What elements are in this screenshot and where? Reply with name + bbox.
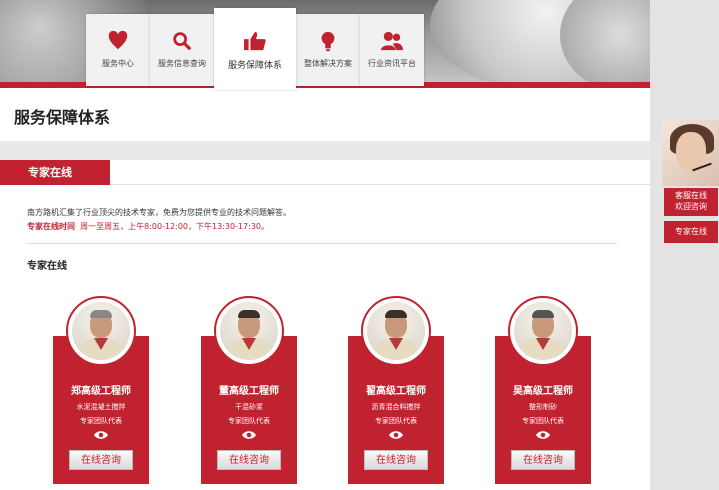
hours-value: 周一至周五，上午8:00-12:00，下午13:30-17:30。 xyxy=(80,222,269,231)
expert-team: 专家团队代表 xyxy=(522,417,564,425)
expert-team: 专家团队代表 xyxy=(228,417,270,425)
expert-specialty: 沥青混合料搅拌 xyxy=(371,403,421,411)
eye-icon xyxy=(94,431,108,439)
tab-label: 服务中心 xyxy=(102,59,134,68)
tab-solutions[interactable]: 整体解决方案 xyxy=(296,14,360,86)
eye-icon xyxy=(389,431,403,439)
tab-label: 服务保障体系 xyxy=(227,61,282,71)
online-hours: 专家在线时间 周一至周五，上午8:00-12:00，下午13:30-17:30。 xyxy=(27,221,269,232)
avatar xyxy=(214,296,284,366)
consult-button[interactable]: 在线咨询 xyxy=(511,450,575,470)
tab-service-center[interactable]: 服务中心 xyxy=(86,14,150,86)
consult-button[interactable]: 在线咨询 xyxy=(69,450,133,470)
tab-service-info[interactable]: 服务信息查询 xyxy=(150,14,214,86)
intro-text: 南方路机汇集了行业顶尖的技术专家，免费为您提供专业的技术问题解答。 xyxy=(27,208,291,217)
page-title: 服务保障体系 xyxy=(14,108,111,127)
expert-team: 专家团队代表 xyxy=(375,417,417,425)
subsection-title: 专家在线 xyxy=(27,261,67,272)
expert-specialty: 水泥混凝土搅拌 xyxy=(76,403,126,411)
customer-service-button[interactable]: 客服在线 欢迎咨询 xyxy=(664,188,718,216)
service-line1: 客服在线 xyxy=(675,191,707,200)
expert-name: 翟高级工程师 xyxy=(366,386,426,397)
eye-icon xyxy=(536,431,550,439)
users-icon xyxy=(381,31,403,51)
avatar xyxy=(66,296,136,366)
lightbulb-icon xyxy=(321,31,335,52)
avatar xyxy=(361,296,431,366)
service-line2: 欢迎咨询 xyxy=(675,202,707,211)
consult-button[interactable]: 在线咨询 xyxy=(217,450,281,470)
nav-tabs: 服务中心 服务信息查询 服务保障体系 整体解决方案 行业资讯平台 xyxy=(86,8,424,90)
expert-specialty: 干混砂浆 xyxy=(235,403,263,411)
expert-specialty: 整形制砂 xyxy=(529,403,557,411)
hours-label: 专家在线时间 xyxy=(27,222,75,231)
tab-label: 服务信息查询 xyxy=(158,59,206,68)
customer-service-avatar[interactable] xyxy=(662,120,719,186)
consult-button[interactable]: 在线咨询 xyxy=(364,450,428,470)
tab-industry-news[interactable]: 行业资讯平台 xyxy=(360,14,424,86)
thumbs-up-icon xyxy=(244,31,266,51)
tab-service-guarantee[interactable]: 服务保障体系 xyxy=(214,8,296,90)
avatar xyxy=(508,296,578,366)
expert-name: 郑高级工程师 xyxy=(71,386,131,397)
tab-label: 整体解决方案 xyxy=(304,59,352,68)
heart-icon xyxy=(108,30,128,50)
expert-team: 专家团队代表 xyxy=(80,417,122,425)
tab-label: 行业资讯平台 xyxy=(368,59,416,68)
section-tab-expert-online: 专家在线 xyxy=(0,160,110,185)
expert-name: 董高级工程师 xyxy=(219,386,279,397)
expert-online-button[interactable]: 专家在线 xyxy=(664,221,718,243)
eye-icon xyxy=(242,431,256,439)
expert-name: 吴高级工程师 xyxy=(513,386,573,397)
search-icon xyxy=(173,32,192,51)
